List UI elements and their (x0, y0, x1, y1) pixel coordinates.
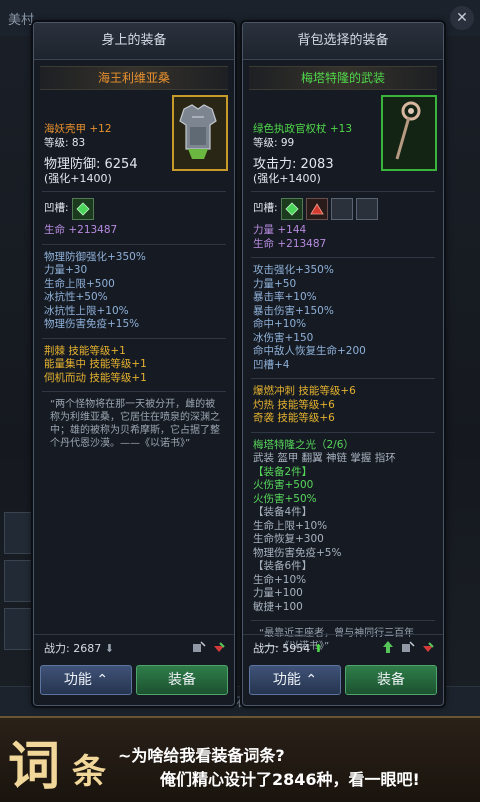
background-slot (4, 512, 32, 554)
set-bonus-line: 物理伤害免疫+5% (253, 546, 342, 559)
main-stat: 物理防御: 6254 (44, 157, 138, 172)
item-type: 绿色执政官权杖 +13 (253, 123, 352, 135)
main-stat: 攻击力: 2083 (253, 157, 334, 172)
stat-line: 生命上限+500 (44, 277, 115, 290)
socket-bonus: 生命 +213487 (44, 224, 118, 236)
skill-line: 灼热 技能等级+6 (253, 398, 335, 411)
lock-icon[interactable] (212, 639, 226, 653)
socket-row: 凹槽: (243, 198, 443, 220)
set-bonus-line: 【装备4件】 (253, 506, 313, 518)
power-value: 战力: 5954 ⬆ (253, 642, 323, 655)
item-level: 等级: 99 (253, 136, 295, 149)
skill-line: 能量集中 技能等级+1 (44, 358, 147, 370)
power-value: 战力: 2687 ⬇ (44, 642, 114, 655)
selected-item-panel: 背包选择的装备 梅塔特隆的武装 绿色执政官权杖 +13 等级: 99 攻击力: … (242, 22, 444, 706)
socket-label: 凹槽: (44, 202, 69, 215)
background-slot (4, 608, 32, 650)
stat-line: 暴击伤害+150% (253, 304, 334, 317)
set-bonus-line: 火伤害+500 (253, 479, 314, 491)
item-name: 梅塔特隆的武装 (249, 66, 437, 90)
stat-line: 攻击强化+350% (253, 264, 334, 276)
power-footer: 战力: 2687 ⬇ (34, 634, 234, 657)
upgrade-icon[interactable] (381, 639, 395, 653)
banner-big-char: 词 (8, 736, 61, 797)
background-slot (4, 560, 32, 602)
set-bonus-line: 力量+100 (253, 587, 303, 599)
skill-line: 伺机而动 技能等级+1 (44, 371, 147, 384)
socket-bonus: 生命 +213487 (253, 237, 327, 250)
socket-row: 凹槽: (34, 198, 234, 220)
set-parts: 武装 盔甲 翻翼 神链 掌握 指环 (253, 452, 396, 464)
stat-line: 命中+10% (253, 318, 307, 330)
compare-icon[interactable] (192, 639, 206, 653)
background-title: 美村 (8, 13, 35, 28)
function-button[interactable]: 功能 ⌃ (249, 665, 341, 695)
empty-socket[interactable] (355, 198, 378, 220)
set-bonus-line: 生命恢复+300 (253, 533, 324, 545)
enhance-value: (强化+1400) (253, 171, 321, 185)
stat-line: 冰抗性+50% (44, 291, 108, 303)
banner-line-1: ~为啥给我看装备词条? (118, 746, 285, 765)
item-name: 海王利维亚桑 (40, 66, 228, 90)
power-footer: 战力: 5954 ⬆ (243, 634, 443, 657)
stat-line: 凹槽+4 (253, 358, 290, 371)
item-type: 海妖壳甲 +12 (44, 123, 112, 135)
stat-line: 物理防御强化+350% (44, 250, 146, 263)
skill-line: 爆燃冲刺 技能等级+6 (253, 385, 356, 397)
panel-title: 身上的装备 (34, 23, 234, 60)
red-gem-icon[interactable] (305, 198, 328, 220)
lock-icon[interactable] (421, 639, 435, 653)
set-bonus-line: 生命+10% (253, 573, 307, 586)
stat-line: 冰伤害+150 (253, 331, 314, 344)
set-bonus-line: 【装备2件】 (253, 465, 313, 478)
set-bonus-line: 火伤害+50% (253, 492, 317, 505)
equip-button[interactable]: 装备 (345, 665, 437, 695)
stat-line: 冰抗性上限+10% (44, 304, 129, 317)
banner-line-2: 俺们精心设计了2846种，看一眼吧! (160, 770, 420, 789)
banner-char: 条 (72, 752, 106, 792)
stat-line: 力量+50 (253, 277, 297, 290)
equipped-item-panel: 身上的装备 海王利维亚桑 海妖壳甲 +12 等级: 83 物理防御: 6254 … (33, 22, 235, 706)
set-bonus-line: 敏捷+100 (253, 600, 303, 613)
item-lore: “两个怪物将在那一天被分开，雌的被称为利维亚桑，它居住在喷泉的深渊之中；雄的被称… (50, 399, 220, 449)
set-bonus-line: 【装备6件】 (253, 560, 313, 572)
green-gem-icon[interactable] (280, 198, 303, 220)
equip-button[interactable]: 装备 (136, 665, 228, 695)
enhance-value: (强化+1400) (44, 171, 112, 185)
stat-line: 暴击率+10% (253, 291, 317, 303)
skill-line: 荆棘 技能等级+1 (44, 344, 126, 357)
socket-label: 凹槽: (253, 202, 278, 215)
green-gem-icon[interactable] (71, 198, 94, 220)
stat-line: 命中敌人恢复生命+200 (253, 345, 366, 357)
item-level: 等级: 83 (44, 136, 86, 149)
stat-line: 物理伤害免疫+15% (44, 318, 140, 330)
socket-bonus: 力量 +144 (253, 224, 307, 236)
set-name: 梅塔特隆之光（2/6） (253, 438, 354, 451)
panel-title: 背包选择的装备 (243, 23, 443, 60)
close-button[interactable]: ✕ (450, 6, 474, 30)
empty-socket[interactable] (330, 198, 353, 220)
skill-line: 奇袭 技能等级+6 (253, 412, 335, 424)
function-button[interactable]: 功能 ⌃ (40, 665, 132, 695)
compare-icon[interactable] (401, 639, 415, 653)
set-bonus-line: 生命上限+10% (253, 519, 328, 532)
stat-line: 力量+30 (44, 264, 88, 276)
